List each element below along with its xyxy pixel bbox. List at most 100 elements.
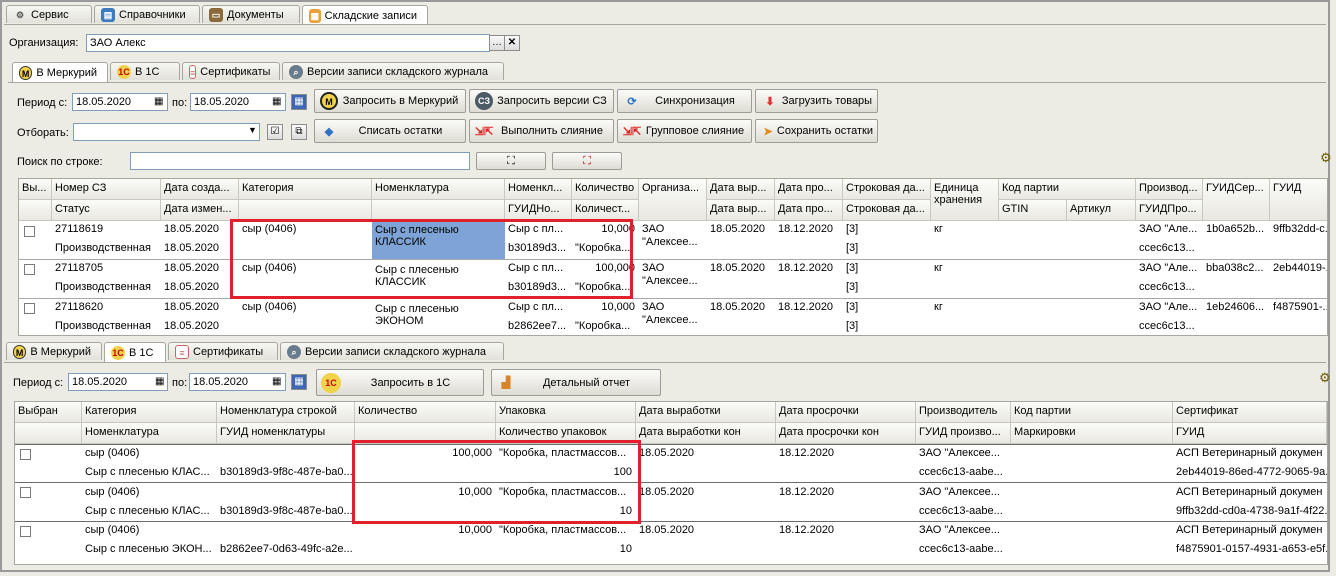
col-header[interactable]: Дата выр...: [707, 179, 775, 200]
write-off-button[interactable]: ◆ Списать остатки: [314, 119, 466, 143]
col-header[interactable]: Дата созда...: [161, 179, 239, 200]
col-header[interactable]: ГУИДСер...: [1203, 179, 1270, 221]
calendar-icon[interactable]: ▦: [272, 376, 281, 387]
request-versions-button[interactable]: СЗ Запросить версии СЗ: [469, 89, 614, 113]
col-header[interactable]: Вы...: [19, 179, 52, 200]
row-checkbox[interactable]: [24, 226, 35, 237]
col-header[interactable]: GTIN: [999, 200, 1067, 221]
row-checkbox[interactable]: [20, 449, 31, 460]
tab-to-mercury[interactable]: MВ Меркурий: [12, 62, 108, 82]
col-header[interactable]: Дата про...: [775, 179, 843, 200]
row-checkbox[interactable]: [20, 487, 31, 498]
search-clear-button[interactable]: ⛶: [552, 152, 622, 170]
period-select-button[interactable]: ▦: [291, 94, 307, 110]
col-header[interactable]: Маркировки: [1011, 423, 1173, 444]
tab-warehouse-records[interactable]: ▦ Складские записи: [302, 5, 428, 25]
col-header[interactable]: Производ...: [1136, 179, 1203, 200]
col-header[interactable]: Номенклатура: [82, 423, 217, 444]
period-select-button[interactable]: ▦: [291, 374, 307, 390]
col-header[interactable]: Категория: [239, 179, 372, 200]
request-mercury-button[interactable]: M Запросить в Меркурий: [314, 89, 466, 113]
col-header[interactable]: Дата просрочки кон: [776, 423, 916, 444]
search-input[interactable]: [130, 152, 470, 170]
col-header[interactable]: Дата про...: [775, 200, 843, 221]
tab-certificates[interactable]: ≡ Сертификаты: [182, 62, 280, 80]
calendar-icon[interactable]: ▦: [155, 376, 164, 387]
col-header[interactable]: Дата выр...: [707, 200, 775, 221]
tab-service[interactable]: ⚙ Сервис: [6, 5, 92, 23]
row-checkbox[interactable]: [20, 526, 31, 537]
org-clear-button[interactable]: ✕: [504, 35, 520, 51]
col-header[interactable]: Строковая да...: [843, 200, 931, 221]
tab-references[interactable]: ▤ Справочники: [94, 5, 200, 23]
col-header[interactable]: [372, 200, 505, 221]
tab-journal-versions[interactable]: ⌕ Версии записи складского журнала: [280, 342, 504, 360]
filter-select[interactable]: [73, 123, 260, 141]
col-header[interactable]: [15, 423, 82, 444]
col-header[interactable]: [239, 200, 372, 221]
col-header[interactable]: Номенкл...: [505, 179, 572, 200]
col-header[interactable]: Количест...: [572, 200, 639, 221]
filter-label: Отборать:: [17, 127, 69, 139]
col-header[interactable]: Номенклатура строкой: [217, 402, 355, 423]
tab-to-1c[interactable]: 1С В 1С: [110, 62, 180, 80]
settings-icon[interactable]: ⚙: [1320, 150, 1332, 166]
col-header[interactable]: Количество: [355, 402, 496, 423]
request-1c-button[interactable]: 1С Запросить в 1С: [316, 369, 484, 396]
tab-journal-versions[interactable]: ⌕ Версии записи складского журнала: [282, 62, 504, 80]
org-select-button[interactable]: …: [489, 35, 505, 51]
col-header[interactable]: Организа...: [639, 179, 707, 221]
tab-to-1c[interactable]: 1С В 1С: [104, 342, 166, 362]
col-header[interactable]: ГУИД: [1270, 179, 1327, 221]
col-header[interactable]: [19, 200, 52, 221]
col-header[interactable]: ГУИД: [1173, 423, 1327, 444]
filter-copy-button[interactable]: ⧉: [291, 124, 307, 140]
row-checkbox[interactable]: [24, 264, 35, 275]
org-field[interactable]: ЗАО Алекс: [86, 34, 490, 52]
col-header[interactable]: Сертификат: [1173, 402, 1327, 423]
boxes-icon: ▦: [309, 8, 321, 23]
col-header[interactable]: Статус: [52, 200, 161, 221]
col-header[interactable]: Номер СЗ: [52, 179, 161, 200]
group-merge-button[interactable]: ⇲⇱ Групповое слияние: [617, 119, 752, 143]
tab-certificates[interactable]: ≡ Сертификаты: [168, 342, 278, 360]
tab-documents[interactable]: ▭ Документы: [202, 5, 300, 23]
col-header[interactable]: Строковая да...: [843, 179, 931, 200]
cell-producer: ЗАО "Але...: [1139, 262, 1198, 274]
col-header[interactable]: Категория: [82, 402, 217, 423]
col-header[interactable]: Дата измен...: [161, 200, 239, 221]
chevron-down-icon[interactable]: ▼: [248, 125, 257, 135]
col-header[interactable]: Дата выработки: [636, 402, 776, 423]
date-from-field[interactable]: 18.05.2020: [68, 373, 168, 391]
col-header[interactable]: Номенклатура: [372, 179, 505, 200]
sync-button[interactable]: ⟳ Синхронизация: [617, 89, 752, 113]
col-header[interactable]: Артикул: [1067, 200, 1136, 221]
col-header[interactable]: ГУИД произво...: [916, 423, 1011, 444]
cell-guid: 9ffb32dd-cd0a-4738-9a1f-4f22...: [1176, 505, 1327, 517]
col-header[interactable]: Производитель: [916, 402, 1011, 423]
col-header[interactable]: ГУИДПро...: [1136, 200, 1203, 221]
col-header[interactable]: Дата просрочки: [776, 402, 916, 423]
cell-org: ЗАО "Алексее...: [642, 262, 698, 287]
save-remains-button[interactable]: ➤ Сохранить остатки: [755, 119, 878, 143]
filter-apply-button[interactable]: ☑: [267, 124, 283, 140]
settings-icon[interactable]: ⚙: [1319, 370, 1331, 386]
col-header[interactable]: Количество: [572, 179, 639, 200]
detailed-report-button[interactable]: ▟ Детальный отчет: [491, 369, 661, 396]
col-header[interactable]: Код партии: [999, 179, 1136, 200]
cell-pack-count: 10: [619, 543, 632, 555]
tab-to-mercury[interactable]: MВ Меркурий: [6, 342, 102, 360]
col-header[interactable]: Упаковка: [496, 402, 636, 423]
merge-button[interactable]: ⇲⇱ Выполнить слияние: [469, 119, 614, 143]
col-header[interactable]: Дата выработки кон: [636, 423, 776, 444]
col-header[interactable]: Выбран: [15, 402, 82, 423]
row-checkbox[interactable]: [24, 303, 35, 314]
col-header[interactable]: Код партии: [1011, 402, 1173, 423]
calendar-icon[interactable]: ▦: [272, 96, 281, 107]
load-goods-button[interactable]: ⬇ Загрузить товары: [755, 89, 878, 113]
calendar-icon[interactable]: ▦: [154, 96, 163, 107]
col-header[interactable]: Единица хранения: [931, 179, 999, 221]
search-next-button[interactable]: ⛶: [476, 152, 546, 170]
col-header[interactable]: ГУИД номенклатуры: [217, 423, 355, 444]
col-header[interactable]: ГУИДНо...: [505, 200, 572, 221]
